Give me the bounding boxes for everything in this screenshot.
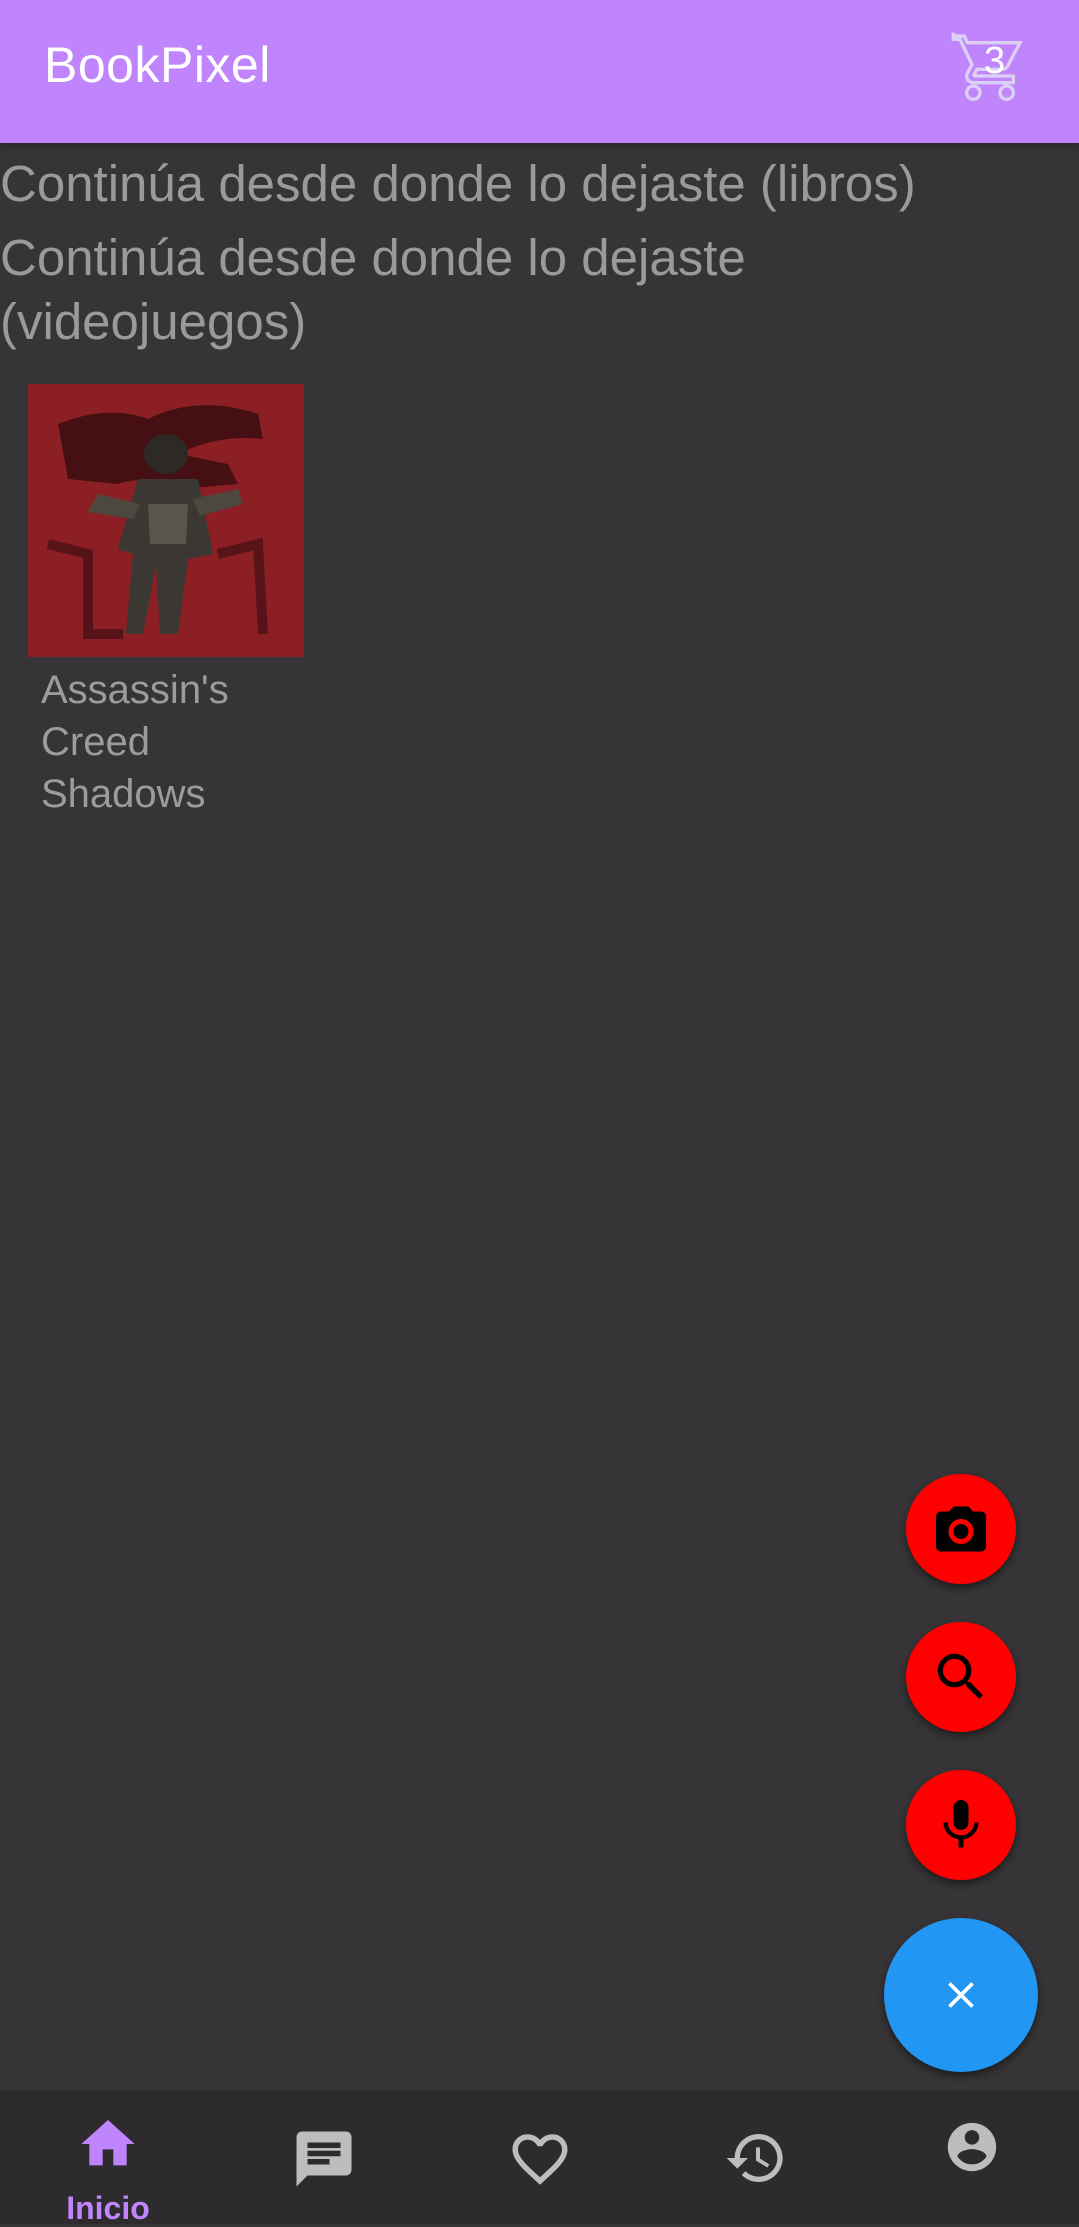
search-button[interactable] xyxy=(906,1622,1016,1732)
cart-count-badge: 3 xyxy=(984,40,1006,82)
account-icon xyxy=(947,2122,997,2172)
nav-item-chat[interactable] xyxy=(216,2090,432,2224)
camera-icon xyxy=(936,1506,986,1552)
nav-item-inicio[interactable]: Inicio xyxy=(0,2090,216,2226)
game-card[interactable] xyxy=(28,384,304,657)
nav-item-account[interactable] xyxy=(864,2090,1079,2224)
search-icon xyxy=(937,1653,983,1699)
games-section-title: Continúa desde donde lo dejaste (videoju… xyxy=(0,229,746,350)
close-icon xyxy=(948,1982,974,2008)
app-title: BookPixel xyxy=(44,37,271,93)
heart-icon xyxy=(512,2134,568,2185)
home-icon xyxy=(81,2120,135,2166)
nav-item-history[interactable] xyxy=(648,2090,864,2224)
camera-button[interactable] xyxy=(906,1474,1016,1584)
bottom-navigation: Inicio xyxy=(0,2090,1079,2226)
history-icon xyxy=(726,2134,783,2182)
game-card-title[interactable]: Assassin's Creed Shadows xyxy=(41,664,281,820)
mic-icon xyxy=(943,1800,979,1848)
app-bar: BookPixel 3 xyxy=(0,0,1079,143)
game-cover-image xyxy=(28,384,304,657)
books-section-title: Continúa desde donde lo dejaste (libros) xyxy=(0,155,916,212)
nav-label-inicio: Inicio xyxy=(66,2190,150,2226)
chat-icon xyxy=(296,2131,352,2187)
close-fab-button[interactable] xyxy=(884,1918,1038,2072)
voice-search-button[interactable] xyxy=(906,1770,1016,1880)
cart-button[interactable]: 3 xyxy=(948,26,1032,106)
nav-item-favorites[interactable] xyxy=(432,2090,648,2224)
